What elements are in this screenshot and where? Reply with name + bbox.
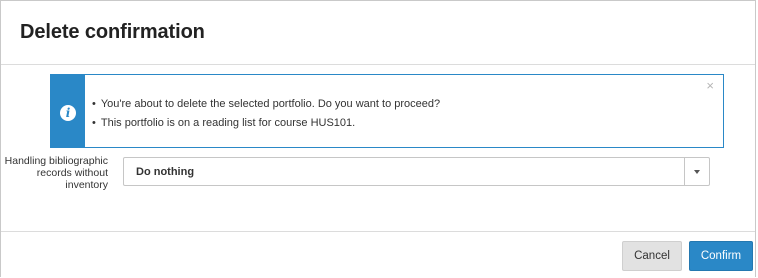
- alert-message-list: You're about to delete the selected port…: [92, 97, 440, 135]
- dropdown-toggle[interactable]: [684, 158, 709, 185]
- cancel-button[interactable]: Cancel: [622, 241, 682, 271]
- dialog-header: Delete confirmation: [1, 1, 755, 65]
- select-value: Do nothing: [136, 166, 195, 178]
- handling-records-select[interactable]: Do nothing: [123, 157, 710, 186]
- dialog-title: Delete confirmation: [20, 21, 205, 43]
- chevron-down-icon: [694, 170, 700, 174]
- alert-side-bar: i: [51, 75, 85, 147]
- close-icon[interactable]: ×: [706, 79, 714, 93]
- alert-message: This portfolio is on a reading list for …: [92, 116, 440, 130]
- alert-message: You're about to delete the selected port…: [92, 97, 440, 111]
- delete-confirmation-dialog: Delete confirmation i × You're about to …: [0, 0, 756, 277]
- handling-records-label: Handling bibliographic records without i…: [4, 155, 108, 191]
- info-icon: i: [60, 105, 76, 121]
- confirm-button[interactable]: Confirm: [689, 241, 753, 271]
- info-alert: i × You're about to delete the selected …: [50, 74, 724, 148]
